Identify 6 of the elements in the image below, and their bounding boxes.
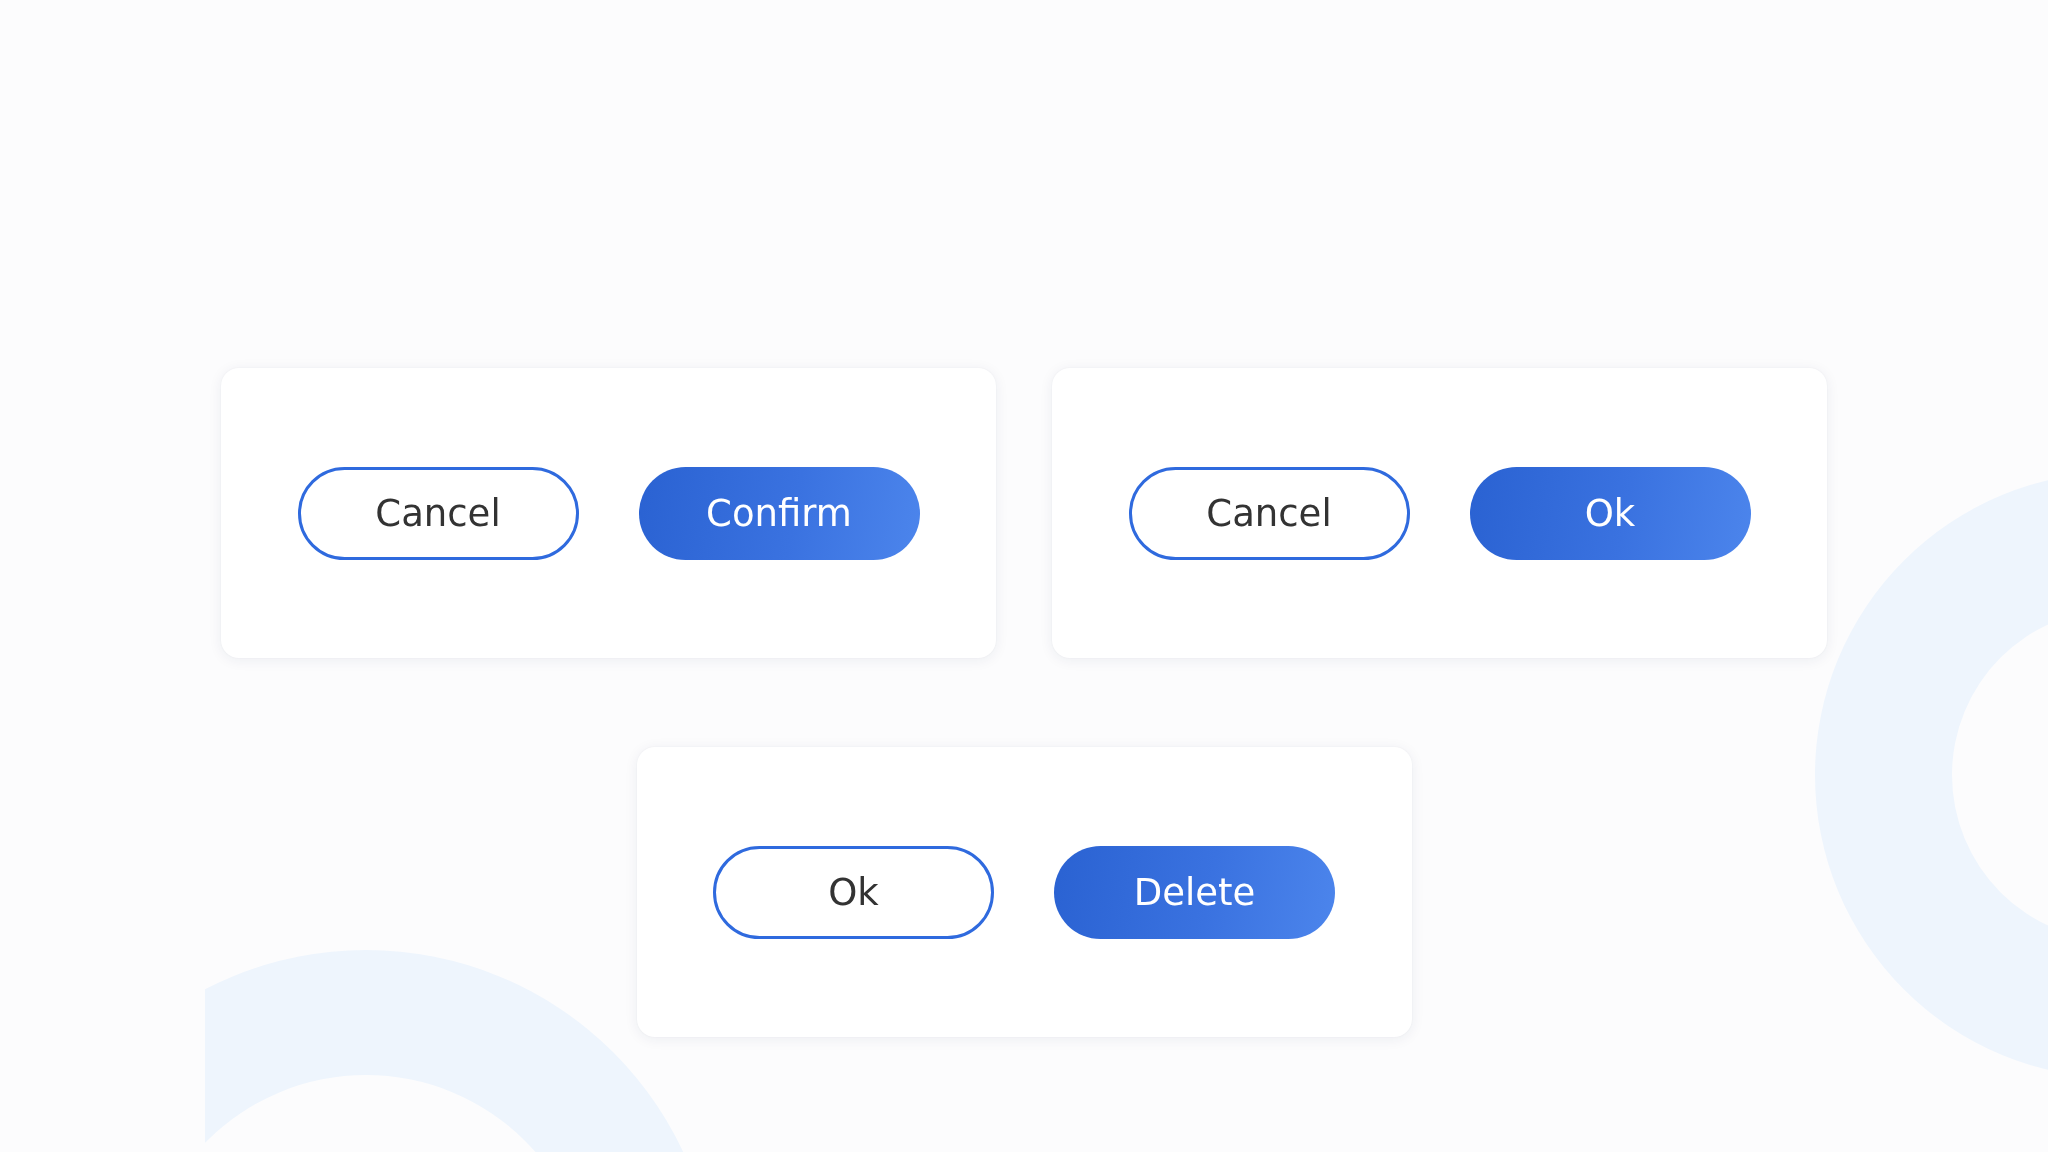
outline-button[interactable]: Cancel: [297, 466, 579, 560]
filled-button[interactable]: Ok: [1469, 466, 1751, 560]
outline-button[interactable]: Ok: [713, 845, 994, 939]
outline-button[interactable]: Cancel: [1128, 466, 1410, 560]
filled-button[interactable]: Delete: [1054, 845, 1335, 939]
filled-button[interactable]: Confirm: [638, 466, 920, 560]
